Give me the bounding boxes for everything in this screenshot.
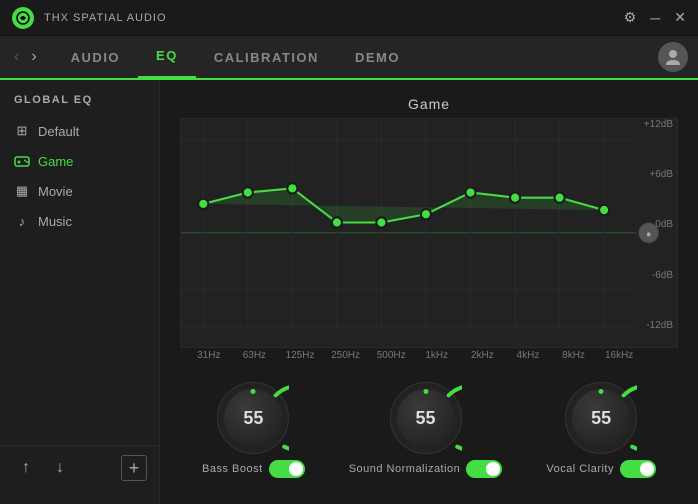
sidebar-item-music[interactable]: ♪ Music bbox=[0, 206, 159, 236]
eq-x-8khz: 8kHz bbox=[551, 350, 597, 361]
app-logo bbox=[12, 7, 34, 29]
eq-y-label-12: +12dB bbox=[644, 119, 673, 130]
sound-norm-label: Sound Normalization bbox=[349, 463, 461, 475]
nav-forward-arrow[interactable]: › bbox=[27, 46, 40, 68]
close-button[interactable]: ✕ bbox=[674, 9, 686, 26]
eq-y-label-6: +6dB bbox=[649, 169, 673, 180]
user-avatar[interactable] bbox=[658, 42, 688, 72]
knob-dot bbox=[423, 389, 428, 394]
sidebar-item-music-label: Music bbox=[38, 214, 72, 229]
eq-x-500hz: 500Hz bbox=[368, 350, 414, 361]
sidebar-item-game-label: Game bbox=[38, 154, 73, 169]
eq-y-label-0: 0dB bbox=[655, 219, 673, 230]
sidebar-item-default-label: Default bbox=[38, 124, 79, 139]
sound-norm-knob[interactable]: 55 bbox=[390, 382, 462, 454]
eq-x-2khz: 2kHz bbox=[460, 350, 506, 361]
sidebar: GLOBAL EQ ⊞ Default Game ▦ Movie ♪ bbox=[0, 80, 160, 504]
sidebar-item-movie-label: Movie bbox=[38, 184, 73, 199]
nav-item-demo[interactable]: DEMO bbox=[337, 35, 418, 79]
sound-norm-toggle-row: Sound Normalization bbox=[349, 460, 503, 478]
bass-boost-knob[interactable]: 55 bbox=[217, 382, 289, 454]
eq-y-label-n6: -6dB bbox=[652, 270, 673, 281]
sound-norm-group: 55 Sound Normalization bbox=[349, 382, 503, 478]
vocal-clarity-group: 55 Vocal Clarity bbox=[546, 382, 656, 478]
nav-item-eq[interactable]: EQ bbox=[138, 35, 196, 79]
game-icon bbox=[14, 153, 30, 169]
eq-preset-title: Game bbox=[180, 96, 678, 112]
minimize-button[interactable]: ─ bbox=[650, 10, 660, 26]
movie-icon: ▦ bbox=[14, 183, 30, 199]
sidebar-bottom: ↑ ↓ + bbox=[0, 445, 159, 490]
sound-norm-value: 55 bbox=[415, 408, 435, 429]
bass-boost-toggle[interactable] bbox=[269, 460, 305, 478]
vocal-clarity-label: Vocal Clarity bbox=[546, 463, 614, 475]
vocal-clarity-knob[interactable]: 55 bbox=[565, 382, 637, 454]
add-preset-button[interactable]: + bbox=[121, 455, 147, 481]
eq-x-labels: 31Hz 63Hz 125Hz 250Hz 500Hz 1kHz 2kHz 4k… bbox=[180, 348, 678, 361]
sound-norm-toggle[interactable] bbox=[466, 460, 502, 478]
vocal-clarity-value: 55 bbox=[591, 408, 611, 429]
window-controls: ⚙ ─ ✕ bbox=[624, 9, 686, 26]
nav-item-calibration[interactable]: CALIBRATION bbox=[196, 35, 337, 79]
title-bar: THX SPATIAL AUDIO ⚙ ─ ✕ bbox=[0, 0, 698, 36]
knobs-section: 55 Bass Boost 55 Sound N bbox=[180, 361, 678, 494]
bass-boost-group: 55 Bass Boost bbox=[202, 382, 305, 478]
eq-x-16khz: 16kHz bbox=[596, 350, 642, 361]
nav-bar: ‹ › AUDIO EQ CALIBRATION DEMO bbox=[0, 36, 698, 80]
vocal-clarity-toggle[interactable] bbox=[620, 460, 656, 478]
eq-x-31hz: 31Hz bbox=[186, 350, 232, 361]
nav-arrows: ‹ › bbox=[10, 46, 41, 68]
bass-boost-toggle-row: Bass Boost bbox=[202, 460, 305, 478]
app-title: THX SPATIAL AUDIO bbox=[44, 12, 624, 24]
eq-area: Game bbox=[160, 80, 698, 504]
eq-y-labels: +12dB +6dB 0dB -6dB -12dB bbox=[644, 119, 673, 331]
eq-y-label-n12: -12dB bbox=[646, 320, 673, 331]
bass-boost-label: Bass Boost bbox=[202, 463, 263, 475]
eq-x-4khz: 4kHz bbox=[505, 350, 551, 361]
nav-back-arrow[interactable]: ‹ bbox=[10, 46, 23, 68]
sidebar-title: GLOBAL EQ bbox=[0, 94, 159, 116]
nav-item-audio[interactable]: AUDIO bbox=[53, 35, 138, 79]
default-icon: ⊞ bbox=[14, 123, 30, 139]
sidebar-item-movie[interactable]: ▦ Movie bbox=[0, 176, 159, 206]
eq-x-125hz: 125Hz bbox=[277, 350, 323, 361]
eq-chart[interactable]: ● +12dB +6dB 0dB -6dB -12dB bbox=[180, 118, 678, 348]
settings-icon[interactable]: ⚙ bbox=[624, 9, 637, 26]
move-up-button[interactable]: ↑ bbox=[12, 454, 40, 482]
eq-x-63hz: 63Hz bbox=[232, 350, 278, 361]
eq-x-1khz: 1kHz bbox=[414, 350, 460, 361]
knob-dot bbox=[599, 389, 604, 394]
knob-dot bbox=[251, 389, 256, 394]
main-content: GLOBAL EQ ⊞ Default Game ▦ Movie ♪ bbox=[0, 80, 698, 504]
eq-x-250hz: 250Hz bbox=[323, 350, 369, 361]
sidebar-item-default[interactable]: ⊞ Default bbox=[0, 116, 159, 146]
sidebar-item-game[interactable]: Game bbox=[0, 146, 159, 176]
bass-boost-value: 55 bbox=[243, 408, 263, 429]
vocal-clarity-toggle-row: Vocal Clarity bbox=[546, 460, 656, 478]
move-down-button[interactable]: ↓ bbox=[46, 454, 74, 482]
music-icon: ♪ bbox=[14, 213, 30, 229]
